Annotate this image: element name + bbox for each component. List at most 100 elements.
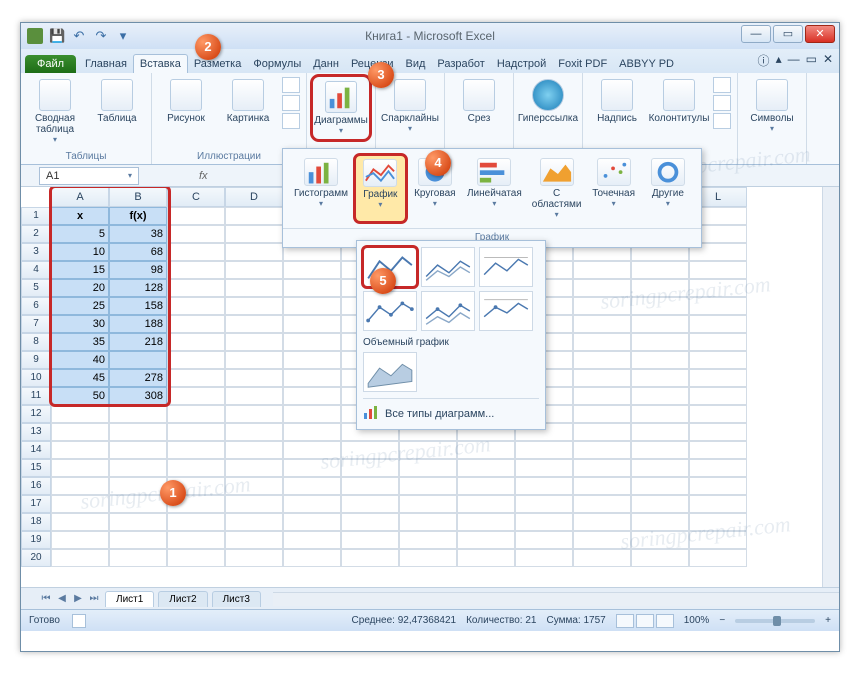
row-header[interactable]: 18	[21, 513, 51, 531]
cell[interactable]	[167, 315, 225, 333]
line-100stacked-markers[interactable]	[479, 291, 533, 331]
col-header-C[interactable]: C	[167, 187, 225, 207]
cell[interactable]: 38	[109, 225, 167, 243]
cell[interactable]	[457, 477, 515, 495]
fx-icon[interactable]: fx	[199, 170, 208, 182]
redo-icon[interactable]: ↷	[93, 28, 109, 44]
cell[interactable]	[457, 549, 515, 567]
zoom-out-icon[interactable]: −	[719, 615, 725, 626]
cell[interactable]	[167, 459, 225, 477]
sparklines-button[interactable]: Спарклайны▾	[382, 77, 438, 135]
cell[interactable]	[109, 495, 167, 513]
row-header[interactable]: 9	[21, 351, 51, 369]
cell[interactable]	[341, 531, 399, 549]
line-100stacked[interactable]	[479, 247, 533, 287]
row-header[interactable]: 19	[21, 531, 51, 549]
cell[interactable]: 15	[51, 261, 109, 279]
cell[interactable]: 20	[51, 279, 109, 297]
cell[interactable]	[225, 297, 283, 315]
cell[interactable]: f(x)	[109, 207, 167, 225]
cell[interactable]	[689, 387, 747, 405]
tab-insert[interactable]: Вставка	[133, 54, 188, 73]
cell[interactable]	[689, 459, 747, 477]
cell[interactable]	[573, 279, 631, 297]
picture-button[interactable]: Рисунок	[158, 77, 214, 126]
cell[interactable]	[399, 513, 457, 531]
cell[interactable]	[631, 279, 689, 297]
cell[interactable]	[631, 333, 689, 351]
cell[interactable]: 5	[51, 225, 109, 243]
row-header[interactable]: 15	[21, 459, 51, 477]
cell[interactable]	[283, 423, 341, 441]
cell[interactable]: 50	[51, 387, 109, 405]
help-icon[interactable]: ⓘ	[758, 52, 770, 69]
cell[interactable]	[283, 387, 341, 405]
cell[interactable]	[109, 549, 167, 567]
cell[interactable]	[573, 387, 631, 405]
sheet-nav-last[interactable]: ⏭	[87, 593, 101, 604]
cell[interactable]	[573, 423, 631, 441]
cell[interactable]	[689, 495, 747, 513]
cell[interactable]	[399, 477, 457, 495]
cell[interactable]	[689, 549, 747, 567]
tab-abbyy[interactable]: ABBYY PD	[613, 55, 680, 73]
cell[interactable]	[109, 405, 167, 423]
cell[interactable]	[225, 225, 283, 243]
cell[interactable]	[573, 441, 631, 459]
undo-icon[interactable]: ↶	[71, 28, 87, 44]
cell[interactable]	[283, 279, 341, 297]
cell[interactable]	[631, 423, 689, 441]
cell[interactable]	[167, 513, 225, 531]
cell[interactable]: 188	[109, 315, 167, 333]
cell[interactable]	[225, 531, 283, 549]
chart-scatter-button[interactable]: Точечная▾	[589, 155, 639, 222]
horizontal-scrollbar[interactable]	[273, 592, 839, 606]
cell[interactable]	[225, 261, 283, 279]
cell[interactable]	[631, 297, 689, 315]
cell[interactable]	[573, 477, 631, 495]
cell[interactable]	[225, 369, 283, 387]
cell[interactable]	[515, 477, 573, 495]
cell[interactable]	[109, 351, 167, 369]
cell[interactable]	[167, 243, 225, 261]
cell[interactable]	[283, 297, 341, 315]
cell[interactable]	[515, 441, 573, 459]
cell[interactable]	[51, 513, 109, 531]
cell[interactable]	[167, 279, 225, 297]
cell[interactable]	[109, 513, 167, 531]
cell[interactable]	[399, 549, 457, 567]
row-header[interactable]: 20	[21, 549, 51, 567]
row-header[interactable]: 4	[21, 261, 51, 279]
zoom-in-icon[interactable]: +	[825, 615, 831, 626]
qat-more-icon[interactable]: ▾	[115, 28, 131, 44]
cell[interactable]	[631, 513, 689, 531]
cell[interactable]	[457, 531, 515, 549]
cell[interactable]	[573, 531, 631, 549]
smartart-icon[interactable]	[282, 95, 300, 111]
cell[interactable]	[457, 513, 515, 531]
sheet-tab-2[interactable]: Лист2	[158, 591, 207, 607]
cell[interactable]	[515, 459, 573, 477]
cell[interactable]	[399, 495, 457, 513]
cell[interactable]	[341, 513, 399, 531]
cell[interactable]	[689, 261, 747, 279]
cell[interactable]: 98	[109, 261, 167, 279]
cell[interactable]	[283, 495, 341, 513]
sheet-tab-3[interactable]: Лист3	[212, 591, 261, 607]
row-header[interactable]: 8	[21, 333, 51, 351]
cell[interactable]	[109, 477, 167, 495]
cell[interactable]	[283, 549, 341, 567]
cell[interactable]	[51, 459, 109, 477]
cell[interactable]: 40	[51, 351, 109, 369]
slicer-button[interactable]: Срез	[451, 77, 507, 126]
cell[interactable]	[167, 297, 225, 315]
cell[interactable]: 128	[109, 279, 167, 297]
row-header[interactable]: 7	[21, 315, 51, 333]
line-3d[interactable]	[363, 352, 417, 392]
cell[interactable]	[225, 477, 283, 495]
cell[interactable]	[341, 441, 399, 459]
row-header[interactable]: 1	[21, 207, 51, 225]
vertical-scrollbar[interactable]	[822, 187, 839, 587]
row-header[interactable]: 13	[21, 423, 51, 441]
row-header[interactable]: 17	[21, 495, 51, 513]
